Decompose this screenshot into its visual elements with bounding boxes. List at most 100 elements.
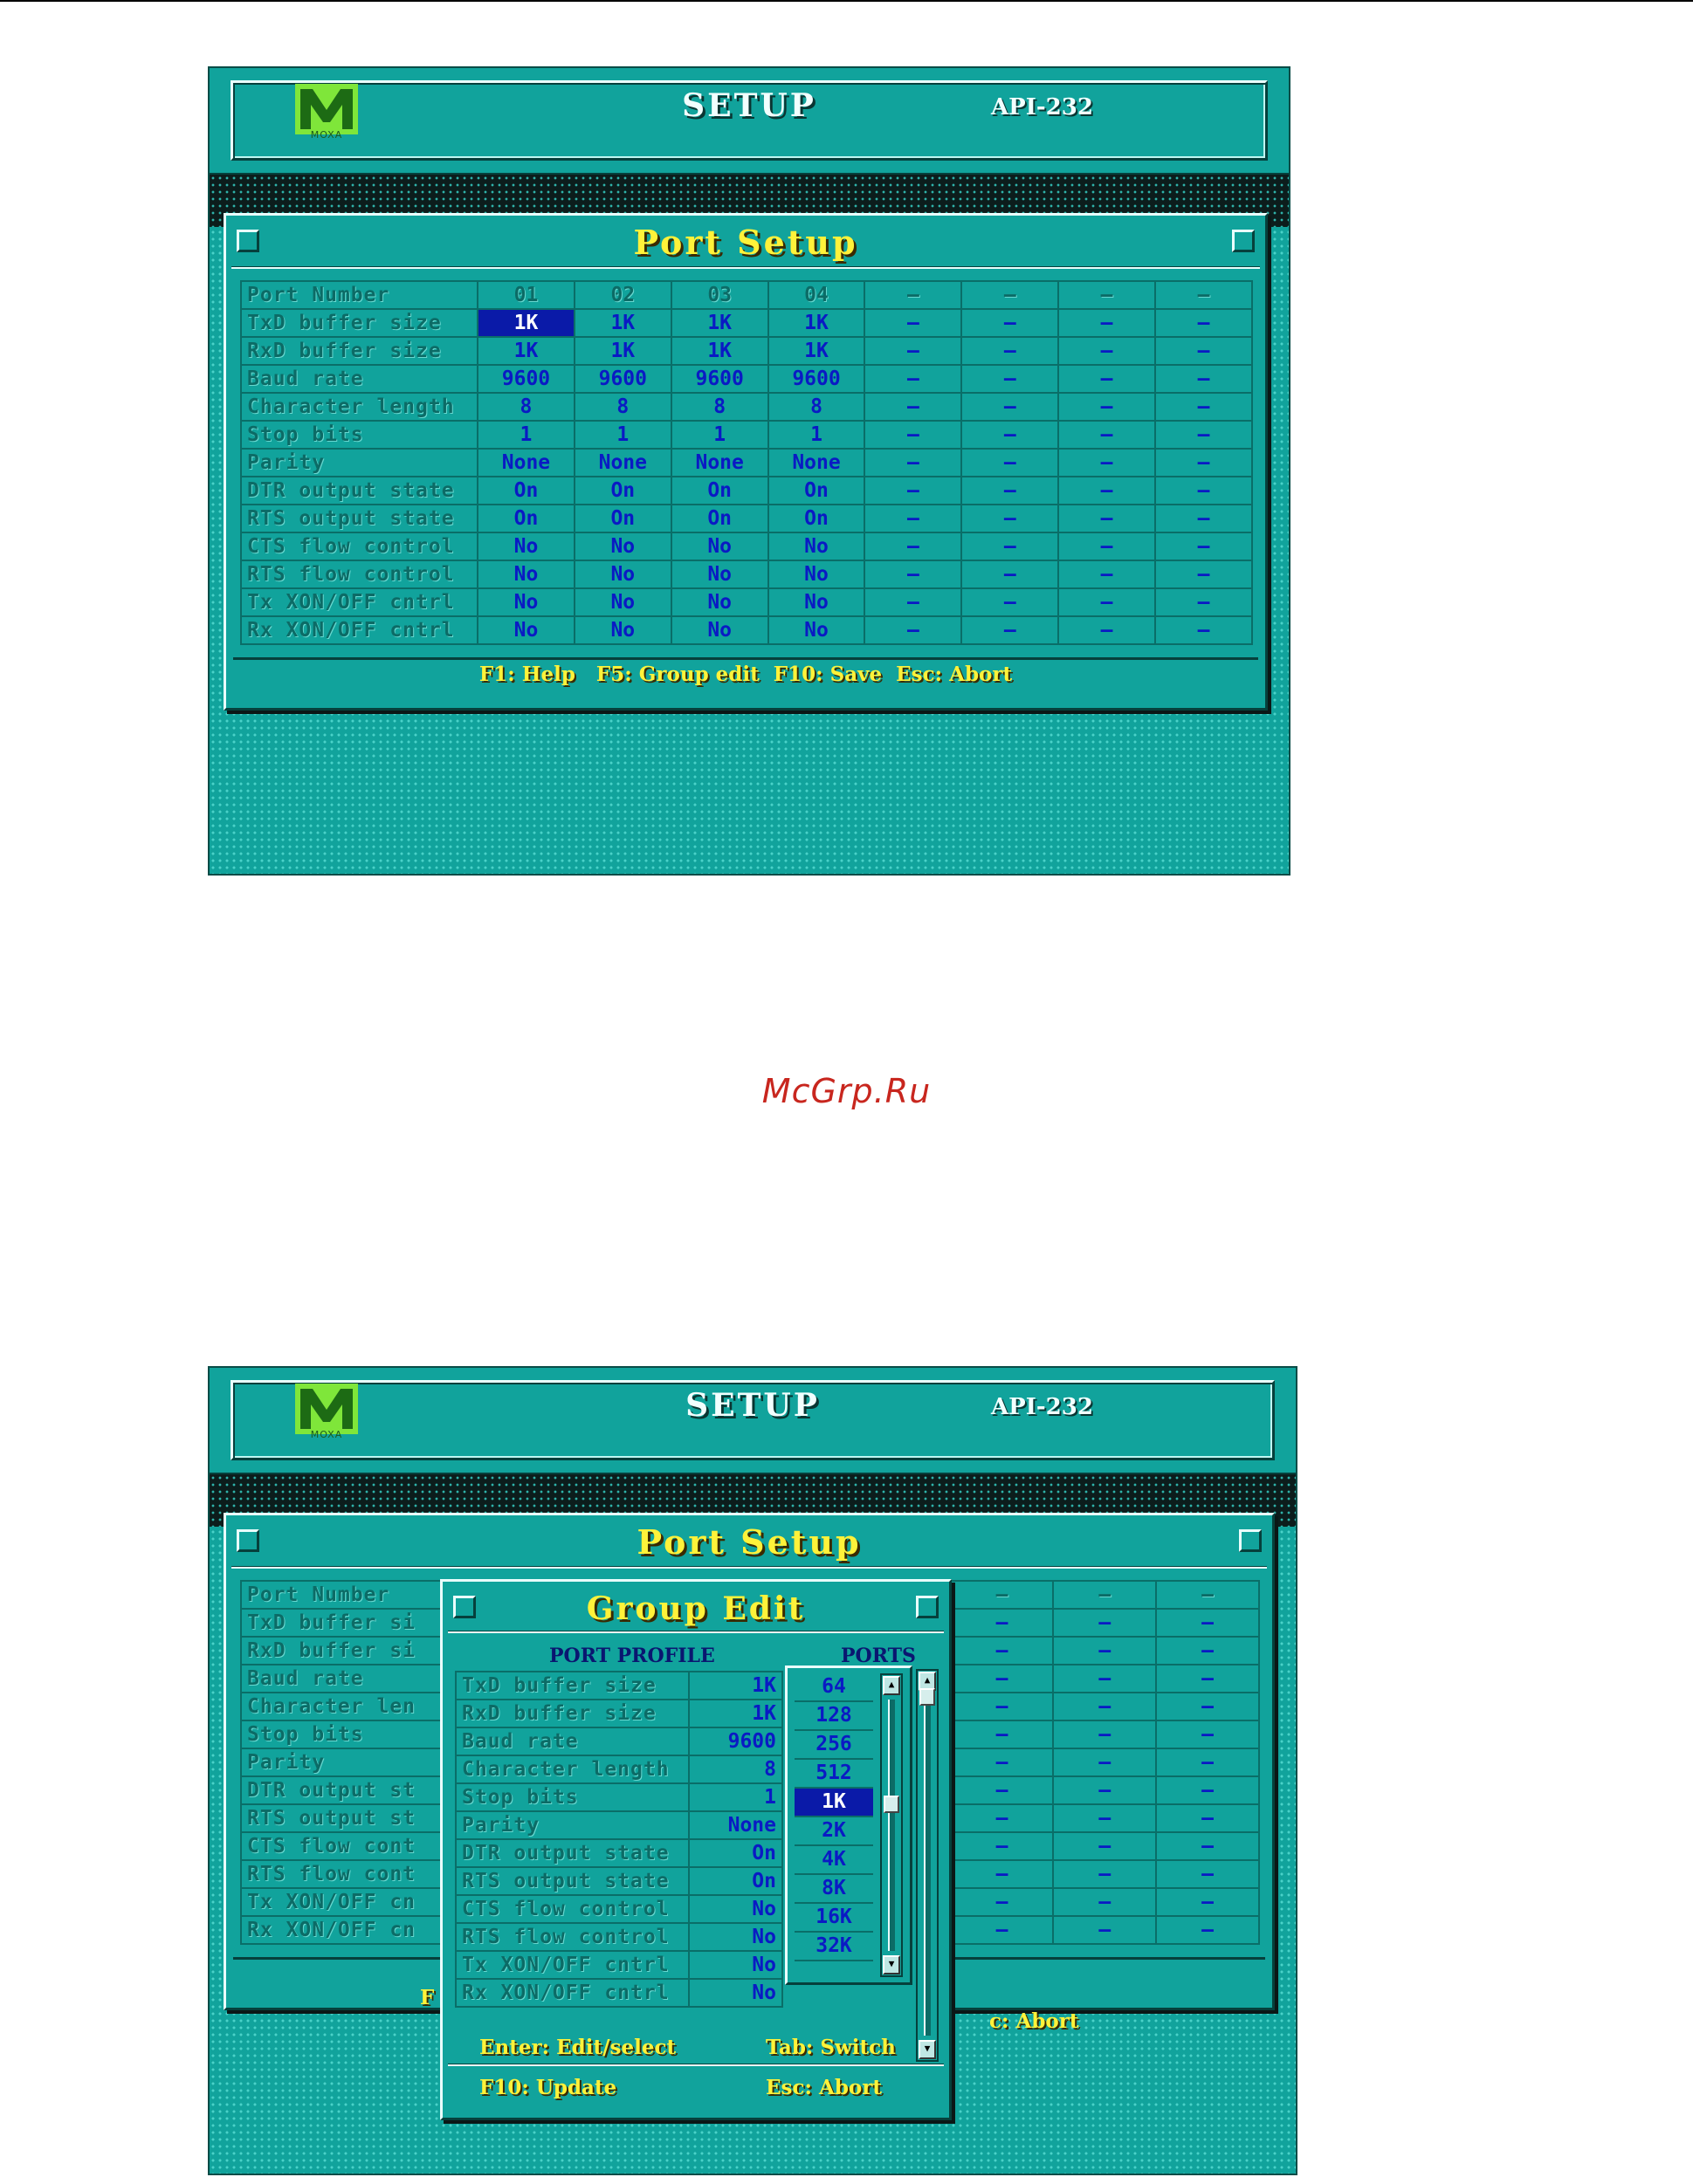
table-row[interactable]: TxD buffer size 1K 1K 1K 1K — — — — bbox=[239, 308, 1253, 338]
port-value-cell[interactable]: — bbox=[1057, 587, 1157, 617]
port-value-cell[interactable]: — bbox=[1154, 364, 1253, 394]
port-value-cell[interactable]: On bbox=[767, 476, 866, 505]
port-value-cell[interactable]: 1 bbox=[767, 420, 866, 450]
port-value-cell[interactable]: No bbox=[767, 560, 866, 589]
profile-row[interactable]: Baud rate 9600 bbox=[454, 1727, 783, 1756]
port-value-cell[interactable]: — bbox=[864, 532, 963, 561]
port-value-cell[interactable]: On bbox=[477, 476, 575, 505]
port-value-cell[interactable]: 9600 bbox=[670, 364, 769, 394]
profile-value[interactable]: On bbox=[688, 1838, 783, 1868]
port-value-cell[interactable]: — bbox=[1057, 448, 1157, 477]
port-value-cell[interactable]: — bbox=[960, 364, 1060, 394]
port-option-item[interactable]: 8K bbox=[795, 1875, 873, 1904]
port-value-cell[interactable]: 1 bbox=[477, 420, 575, 450]
port-option-item[interactable]: 16K bbox=[795, 1904, 873, 1933]
port-value-cell[interactable]: — bbox=[1057, 615, 1157, 645]
port-value-cell[interactable]: — bbox=[1057, 336, 1157, 366]
table-row[interactable]: DTR output state On On On On — — — — bbox=[239, 476, 1253, 505]
port-value-cell[interactable]: On bbox=[670, 504, 769, 533]
port-value-cell[interactable]: None bbox=[477, 448, 575, 477]
port-value-cell[interactable]: No bbox=[477, 615, 575, 645]
profile-value[interactable]: No bbox=[688, 1922, 783, 1952]
port-value-cell[interactable]: — bbox=[864, 615, 963, 645]
port-value-cell[interactable]: — bbox=[1154, 615, 1253, 645]
port-value-cell[interactable]: 1K bbox=[670, 308, 769, 338]
port-value-cell[interactable]: No bbox=[670, 532, 769, 561]
profile-row[interactable]: Rx XON/OFF cntrl No bbox=[454, 1978, 783, 2008]
profile-value[interactable]: No bbox=[688, 1950, 783, 1980]
table-row[interactable]: Tx XON/OFF cntrl No No No No — — — — bbox=[239, 587, 1253, 617]
table-row[interactable]: Baud rate 9600 9600 9600 9600— — — — bbox=[239, 364, 1253, 394]
port-value-cell[interactable]: — bbox=[1154, 504, 1253, 533]
table-row[interactable]: RTS flow control No No No No — — — — bbox=[239, 560, 1253, 589]
port-value-cell[interactable]: On bbox=[573, 476, 672, 505]
port-value-cell[interactable]: No bbox=[573, 532, 672, 561]
port-option-item[interactable]: 4K bbox=[795, 1846, 873, 1875]
port-value-cell[interactable]: No bbox=[670, 560, 769, 589]
port-value-cell[interactable]: — bbox=[864, 560, 963, 589]
port-value-cell[interactable]: On bbox=[767, 504, 866, 533]
port-value-cell[interactable]: — bbox=[960, 476, 1060, 505]
port-value-cell[interactable]: — bbox=[960, 587, 1060, 617]
port-value-cell[interactable]: — bbox=[1154, 587, 1253, 617]
profile-value[interactable]: 9600 bbox=[688, 1727, 783, 1756]
port-value-cell[interactable]: — bbox=[864, 308, 963, 338]
port-value-cell[interactable]: — bbox=[1154, 476, 1253, 505]
port-value-cell[interactable]: No bbox=[573, 587, 672, 617]
port-value-cell[interactable]: — bbox=[864, 364, 963, 394]
profile-value[interactable]: No bbox=[688, 1894, 783, 1924]
port-value-cell[interactable]: 1K bbox=[767, 336, 866, 366]
port-value-cell[interactable]: — bbox=[864, 587, 963, 617]
port-value-cell[interactable]: — bbox=[864, 476, 963, 505]
ports-list-scrollbar[interactable]: ▲ ▼ bbox=[880, 1673, 903, 1977]
table-row[interactable]: Stop bits 1 1 1 1— — — — bbox=[239, 420, 1253, 450]
port-value-cell[interactable]: — bbox=[1057, 420, 1157, 450]
profile-value[interactable]: None bbox=[688, 1810, 783, 1840]
port-value-cell[interactable]: — bbox=[960, 420, 1060, 450]
table-row[interactable]: RxD buffer size 1K 1K 1K 1K — — — — bbox=[239, 336, 1253, 366]
port-value-cell[interactable]: — bbox=[960, 336, 1060, 366]
profile-row[interactable]: Parity None bbox=[454, 1810, 783, 1840]
port-value-cell[interactable]: — bbox=[1154, 392, 1253, 422]
port-value-cell[interactable]: — bbox=[864, 448, 963, 477]
port-value-cell[interactable]: No bbox=[477, 532, 575, 561]
port-value-cell[interactable]: — bbox=[1154, 420, 1253, 450]
port-option-item[interactable]: 64 bbox=[795, 1673, 873, 1702]
port-value-cell[interactable]: None bbox=[670, 448, 769, 477]
table-row[interactable]: CTS flow control No No No No — — — — bbox=[239, 532, 1253, 561]
port-value-cell[interactable]: 1K bbox=[477, 336, 575, 366]
profile-value[interactable]: 8 bbox=[688, 1755, 783, 1784]
scroll-down-icon[interactable]: ▼ bbox=[919, 2040, 936, 2059]
port-value-cell[interactable]: 1 bbox=[573, 420, 672, 450]
port-option-item[interactable]: 2K bbox=[795, 1817, 873, 1846]
port-value-cell[interactable]: — bbox=[864, 420, 963, 450]
port-option-item[interactable]: 1K bbox=[795, 1789, 873, 1817]
port-value-cell[interactable]: 1K bbox=[477, 308, 575, 338]
port-value-cell[interactable]: 1K bbox=[573, 308, 672, 338]
port-value-cell[interactable]: 1K bbox=[767, 308, 866, 338]
port-option-item[interactable]: 512 bbox=[795, 1760, 873, 1789]
scroll-thumb[interactable] bbox=[884, 1796, 899, 1813]
port-value-cell[interactable]: No bbox=[670, 615, 769, 645]
profile-row[interactable]: DTR output state On bbox=[454, 1838, 783, 1868]
port-value-cell[interactable]: None bbox=[573, 448, 672, 477]
port-value-cell[interactable]: — bbox=[864, 392, 963, 422]
port-value-cell[interactable]: — bbox=[960, 448, 1060, 477]
port-value-cell[interactable]: — bbox=[1154, 308, 1253, 338]
port-value-cell[interactable]: — bbox=[1057, 308, 1157, 338]
port-value-cell[interactable]: 9600 bbox=[573, 364, 672, 394]
port-value-cell[interactable]: No bbox=[670, 587, 769, 617]
port-value-cell[interactable]: — bbox=[1154, 448, 1253, 477]
port-value-cell[interactable]: No bbox=[767, 587, 866, 617]
port-value-cell[interactable]: None bbox=[767, 448, 866, 477]
port-value-cell[interactable]: — bbox=[960, 504, 1060, 533]
port-value-cell[interactable]: — bbox=[1057, 476, 1157, 505]
scroll-up-icon[interactable]: ▲ bbox=[883, 1676, 900, 1695]
port-value-cell[interactable]: — bbox=[864, 336, 963, 366]
port-value-cell[interactable]: 1K bbox=[573, 336, 672, 366]
port-value-cell[interactable]: On bbox=[573, 504, 672, 533]
port-value-cell[interactable]: No bbox=[767, 615, 866, 645]
port-value-cell[interactable]: — bbox=[1154, 560, 1253, 589]
profile-row[interactable]: Tx XON/OFF cntrl No bbox=[454, 1950, 783, 1980]
port-option-item[interactable]: 32K bbox=[795, 1933, 873, 1961]
